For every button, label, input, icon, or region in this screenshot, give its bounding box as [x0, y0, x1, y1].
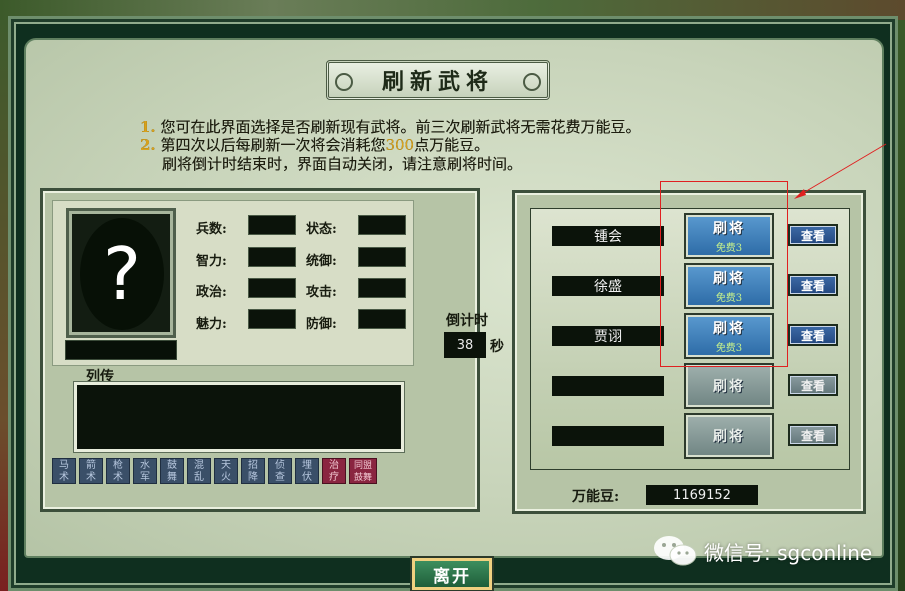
general-name-3: 贾诩 [552, 326, 664, 346]
refresh-general-button-5[interactable]: 刷将 [684, 413, 774, 459]
intelligence-value [248, 247, 296, 267]
view-general-button-3[interactable]: 查看 [788, 324, 838, 346]
unknown-portrait-icon: ? [80, 218, 164, 330]
instruction-text-2b: 点万能豆。 [414, 136, 490, 154]
general-name-field [65, 340, 177, 360]
biography-text-box [74, 382, 404, 452]
skill-inspire-icon[interactable]: 鼓舞 [160, 458, 184, 484]
countdown-value: 38 [444, 332, 486, 358]
wechat-logo-icon [654, 536, 697, 566]
politics-value [248, 278, 296, 298]
annotation-arrow-icon [794, 143, 887, 199]
skill-horse-icon[interactable]: 马术 [52, 458, 76, 484]
view-general-button-2[interactable]: 查看 [788, 274, 838, 296]
skill-navy-icon[interactable]: 水军 [133, 458, 157, 484]
instruction-line-3: 刷将倒计时结束时，界面自动关闭，请注意刷将时间。 [162, 155, 523, 173]
view-general-button-1[interactable]: 查看 [788, 224, 838, 246]
skill-spear-icon[interactable]: 枪术 [106, 458, 130, 484]
view-general-button-5[interactable]: 查看 [788, 424, 838, 446]
charisma-label: 魅力: [196, 317, 227, 332]
instruction-text-2a: 第四次以后每刷新一次将会消耗您 [160, 136, 386, 154]
watermark-text: 微信号: sgconline [704, 541, 873, 565]
status-label: 状态: [306, 222, 337, 237]
countdown-label: 倒计时 [446, 313, 488, 329]
countdown-unit: 秒 [490, 339, 504, 355]
soldiers-value [248, 215, 296, 235]
skill-recruit-icon[interactable]: 招降 [241, 458, 265, 484]
skill-alliance-icon[interactable]: 同盟 鼓舞 [349, 458, 377, 484]
general-name-4 [552, 376, 664, 396]
intelligence-label: 智力: [196, 254, 227, 269]
skill-scout-icon[interactable]: 侦查 [268, 458, 292, 484]
charisma-value [248, 309, 296, 329]
instruction-line-1: 1. 您可在此界面选择是否刷新现有武将。前三次刷新武将无需花费万能豆。 [140, 116, 840, 136]
skill-ambush-icon[interactable]: 埋伏 [295, 458, 319, 484]
general-name-2: 徐盛 [552, 276, 664, 296]
politics-label: 政治: [196, 285, 227, 300]
leave-button[interactable]: 离开 [412, 558, 492, 590]
skill-archery-icon[interactable]: 箭术 [79, 458, 103, 484]
status-value [358, 215, 406, 235]
command-value [358, 247, 406, 267]
skill-confusion-icon[interactable]: 混乱 [187, 458, 211, 484]
instruction-line-2: 2. 第四次以后每刷新一次将会消耗您300点万能豆。 [140, 134, 840, 154]
defense-value [358, 309, 406, 329]
instruction-cost: 300 [385, 136, 415, 154]
refresh-general-button-4[interactable]: 刷将 [684, 363, 774, 409]
coins-value: 1169152 [646, 485, 758, 505]
attack-label: 攻击: [306, 285, 337, 300]
general-name-1: 锺会 [552, 226, 664, 246]
dialog-title: 刷新武将 [326, 60, 550, 100]
skill-icon-row: 马术 箭术 枪术 水军 鼓舞 混乱 天火 招降 侦查 埋伏 治疗 同盟 鼓舞 [52, 458, 377, 484]
instruction-number-2: 2. [140, 136, 156, 154]
skill-fire-icon[interactable]: 天火 [214, 458, 238, 484]
annotation-highlight-box [660, 181, 788, 367]
command-label: 统御: [306, 254, 337, 269]
defense-label: 防御: [306, 317, 337, 332]
skill-heal-icon[interactable]: 治疗 [322, 458, 346, 484]
soldiers-label: 兵数: [196, 222, 227, 237]
view-general-button-4[interactable]: 查看 [788, 374, 838, 396]
general-name-5 [552, 426, 664, 446]
coins-label: 万能豆: [572, 489, 620, 505]
attack-value [358, 278, 406, 298]
